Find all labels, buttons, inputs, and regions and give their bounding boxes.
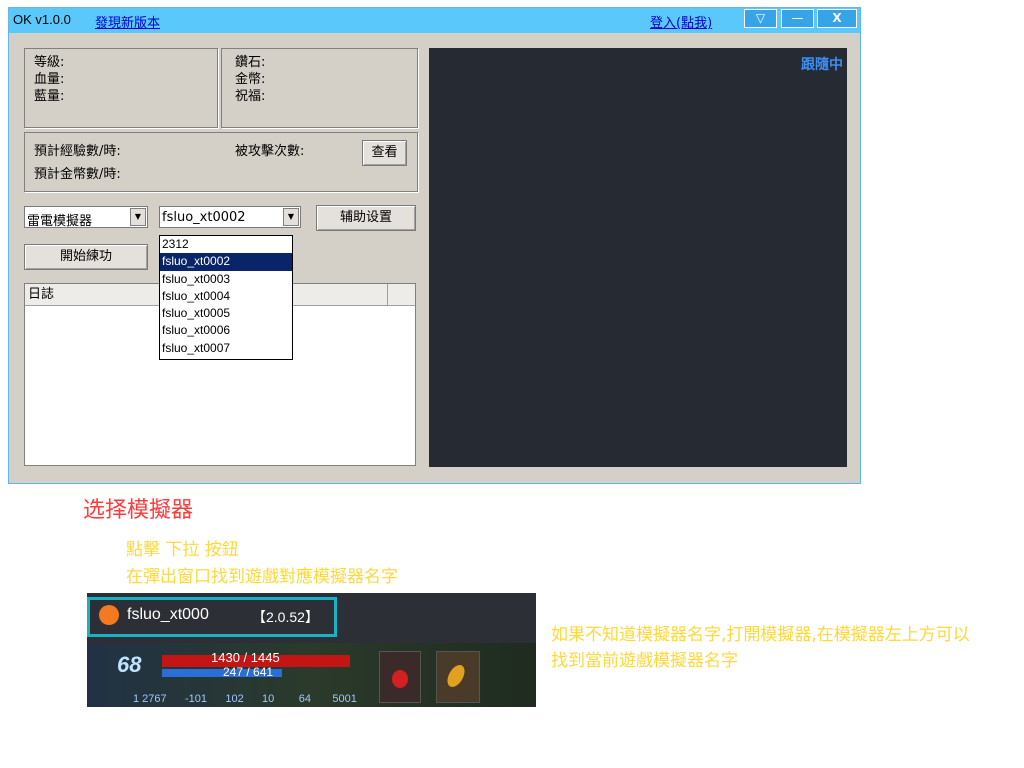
assist-settings-button[interactable]: 辅助设置 — [316, 205, 416, 231]
emulator-version: 【2.0.52】 — [252, 609, 319, 625]
follow-panel: 跟隨中 — [429, 48, 847, 467]
gold-label: 金幣: — [235, 72, 266, 87]
dropdown-option-selected[interactable]: fsluo_xt0002 — [160, 253, 292, 271]
stat-line: 1 2767 -101 102 10 64 5001 — [133, 693, 357, 705]
follow-status: 跟隨中 — [801, 57, 843, 73]
dropdown-option[interactable]: fsluo_xt0004 — [160, 288, 292, 305]
minimize-button[interactable]: — — [781, 9, 814, 28]
potion-icon — [379, 651, 421, 703]
main-window: OK v1.0.0 發現新版本 登入(點我) ▽ — X 等級: 血量: 藍量:… — [8, 7, 861, 484]
window-select-value: fsluo_xt0002 — [162, 210, 246, 225]
app-title: OK v1.0.0 — [13, 12, 71, 27]
hp-value: 1430 / 1445 — [211, 650, 280, 665]
dropdown-option[interactable]: 2312 — [160, 236, 292, 253]
emulator-title-area: fsluo_xt000 【2.0.52】 — [87, 593, 536, 643]
item-slot-icon — [436, 651, 480, 703]
estimate-group — [24, 132, 418, 192]
window-select[interactable]: fsluo_xt0002 ▼ — [159, 206, 301, 228]
emulator-select-value: 雷電模擬器 — [27, 214, 93, 229]
menu-down-icon: ▽ — [755, 11, 766, 25]
start-training-button[interactable]: 開始練功 — [24, 244, 148, 270]
gold-per-hour-label: 預計金幣數/時: — [34, 167, 121, 182]
instruction-step-1: 點擊 下拉 按鈕 — [126, 540, 239, 560]
player-level: 68 — [117, 652, 142, 677]
game-hud: 68 1430 / 1445 247 / 641 1 2767 -101 102… — [87, 643, 536, 707]
level-label: 等級: — [34, 55, 65, 70]
title-bar[interactable]: OK v1.0.0 發現新版本 登入(點我) ▽ — X — [9, 8, 860, 33]
instruction-step-2: 在彈出窗口找到遊戲對應模擬器名字 — [126, 567, 398, 587]
hp-label: 血量: — [34, 72, 65, 87]
column-divider — [387, 284, 388, 305]
dropdown-arrow-icon[interactable]: ▼ — [283, 208, 299, 226]
login-link[interactable]: 登入(點我) — [650, 12, 712, 31]
log-header-label: 日誌 — [28, 287, 55, 302]
minimize-icon: — — [791, 11, 804, 25]
blessing-label: 祝福: — [235, 89, 266, 104]
instruction-title: 选择模擬器 — [83, 498, 194, 523]
view-button[interactable]: 查看 — [362, 140, 407, 166]
close-button[interactable]: X — [817, 9, 857, 28]
mp-label: 藍量: — [34, 89, 65, 104]
emulator-example-screenshot: fsluo_xt000 【2.0.52】 68 1430 / 1445 247 … — [87, 593, 536, 707]
close-icon: X — [832, 11, 842, 25]
attacked-count-label: 被攻擊次數: — [235, 144, 305, 159]
exp-per-hour-label: 預計經驗數/時: — [34, 144, 121, 159]
new-version-link[interactable]: 發現新版本 — [95, 12, 160, 31]
dropdown-option[interactable]: fsluo_xt0007 — [160, 340, 292, 357]
dropdown-option[interactable]: fsluo_xt0006 — [160, 322, 292, 339]
emulator-logo-icon — [99, 605, 119, 625]
diamond-label: 鑽石: — [235, 55, 266, 70]
menu-button[interactable]: ▽ — [744, 9, 777, 28]
instruction-note: 如果不知道模擬器名字,打開模擬器,在模擬器左上方可以找到當前遊戲模擬器名字 — [551, 625, 970, 671]
dropdown-option[interactable]: fsluo_xt0005 — [160, 305, 292, 322]
mp-value: 247 / 641 — [223, 665, 274, 679]
emulator-select[interactable]: 雷電模擬器 ▼ — [24, 206, 148, 229]
dropdown-arrow-icon[interactable]: ▼ — [130, 208, 146, 226]
dropdown-option[interactable]: fsluo_xt0003 — [160, 271, 292, 288]
window-dropdown-list[interactable]: 2312 fsluo_xt0002 fsluo_xt0003 fsluo_xt0… — [159, 235, 293, 360]
emulator-name: fsluo_xt000 — [127, 606, 209, 623]
